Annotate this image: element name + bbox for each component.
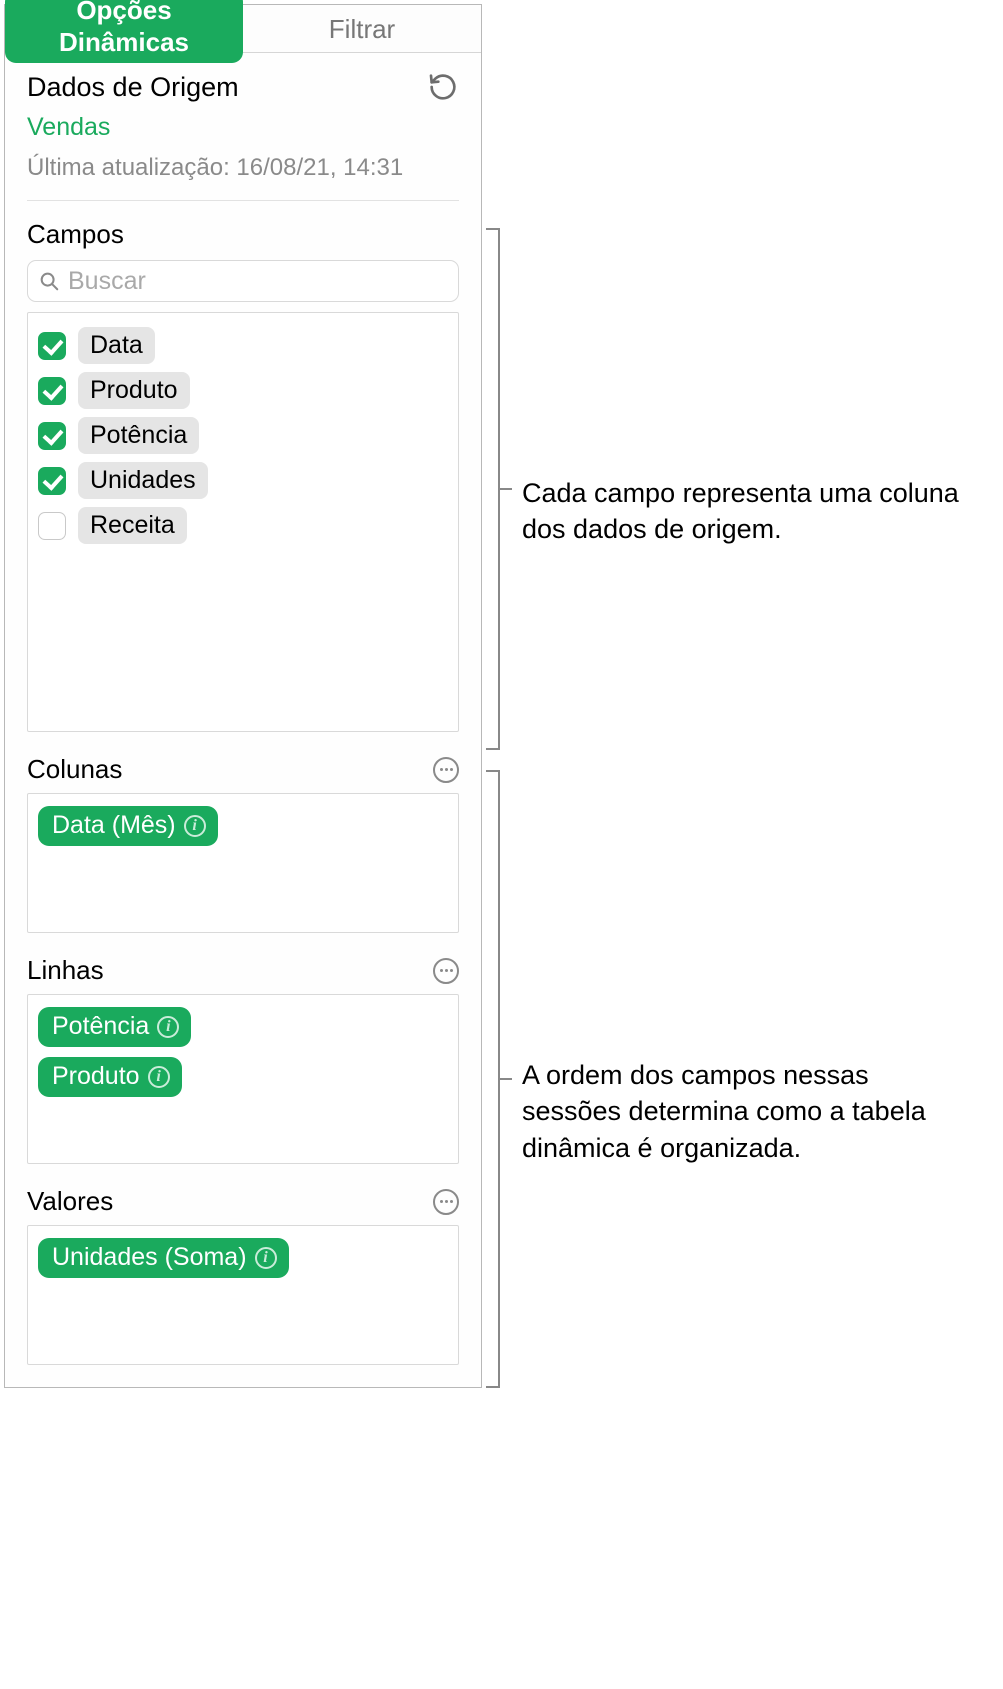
field-row: Receita (38, 503, 448, 548)
field-chip[interactable]: Unidades (78, 462, 208, 499)
callout-zones: A ordem dos campos nessas sessões determ… (522, 1057, 972, 1166)
ellipsis-icon (440, 969, 453, 972)
rows-header: Linhas (27, 955, 459, 986)
callout-fields: Cada campo representa uma coluna dos dad… (522, 475, 972, 548)
field-chip[interactable]: Data (78, 327, 155, 364)
panel-content: Dados de Origem Vendas Última atualizaçã… (5, 53, 481, 1387)
field-checkbox[interactable] (38, 467, 66, 495)
column-field-pill[interactable]: Data (Mês) i (38, 806, 218, 846)
rows-dropzone[interactable]: Potência i Produto i (27, 994, 459, 1164)
info-icon[interactable]: i (184, 815, 206, 837)
pill-label: Produto (52, 1062, 140, 1091)
values-header: Valores (27, 1186, 459, 1217)
field-checkbox[interactable] (38, 422, 66, 450)
field-chip[interactable]: Receita (78, 507, 187, 544)
rows-more-button[interactable] (433, 958, 459, 984)
search-icon (38, 270, 60, 292)
ellipsis-icon (440, 768, 453, 771)
columns-header: Colunas (27, 754, 459, 785)
field-checkbox[interactable] (38, 377, 66, 405)
info-icon[interactable]: i (157, 1016, 179, 1038)
divider (27, 200, 459, 201)
values-more-button[interactable] (433, 1189, 459, 1215)
value-field-pill[interactable]: Unidades (Soma) i (38, 1238, 289, 1278)
pill-label: Data (Mês) (52, 811, 176, 840)
tab-pivot-options[interactable]: Opções Dinâmicas (5, 0, 243, 66)
columns-dropzone[interactable]: Data (Mês) i (27, 793, 459, 933)
columns-title: Colunas (27, 754, 122, 785)
source-updated: Última atualização: 16/08/21, 14:31 (27, 154, 459, 182)
info-icon[interactable]: i (255, 1247, 277, 1269)
pill-label: Potência (52, 1012, 149, 1041)
columns-more-button[interactable] (433, 757, 459, 783)
fields-section-title: Campos (27, 219, 459, 250)
source-name: Vendas (27, 113, 459, 142)
callout-bracket (486, 770, 500, 1388)
callout-bracket (486, 228, 500, 750)
ellipsis-icon (440, 1200, 453, 1203)
pill-label: Unidades (Soma) (52, 1243, 247, 1272)
field-row: Data (38, 323, 448, 368)
values-dropzone[interactable]: Unidades (Soma) i (27, 1225, 459, 1365)
panel-tabs: Opções Dinâmicas Filtrar (5, 5, 481, 53)
field-row: Potência (38, 413, 448, 458)
field-checkbox[interactable] (38, 332, 66, 360)
fields-search[interactable] (27, 260, 459, 302)
source-title: Dados de Origem (27, 72, 239, 103)
fields-list: Data Produto Potência Unidades Receita (27, 312, 459, 732)
row-field-pill[interactable]: Potência i (38, 1007, 191, 1047)
search-input[interactable] (68, 267, 448, 296)
source-header: Dados de Origem (27, 71, 459, 103)
tab-label: Opções Dinâmicas (5, 0, 243, 63)
values-title: Valores (27, 1186, 113, 1217)
refresh-icon (427, 71, 459, 103)
field-chip[interactable]: Produto (78, 372, 190, 409)
row-field-pill[interactable]: Produto i (38, 1057, 182, 1097)
tab-filter[interactable]: Filtrar (243, 5, 481, 53)
pivot-options-panel: Opções Dinâmicas Filtrar Dados de Origem… (4, 4, 482, 1388)
field-checkbox[interactable] (38, 512, 66, 540)
refresh-button[interactable] (427, 71, 459, 103)
tab-label: Filtrar (329, 14, 395, 44)
rows-title: Linhas (27, 955, 104, 986)
info-icon[interactable]: i (148, 1066, 170, 1088)
field-row: Produto (38, 368, 448, 413)
field-chip[interactable]: Potência (78, 417, 199, 454)
field-row: Unidades (38, 458, 448, 503)
